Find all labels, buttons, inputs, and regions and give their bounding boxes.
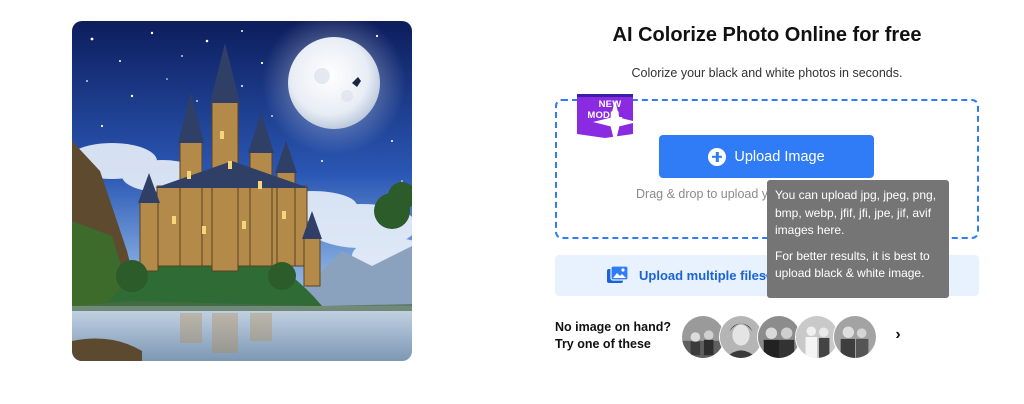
page-title: AI Colorize Photo Online for free [612, 24, 922, 46]
tooltip-advice-text: For better results, it is best to upload… [775, 248, 930, 281]
badge-line-new: NEW [598, 99, 622, 110]
sample-thumbnails [681, 315, 881, 359]
tooltip-formats-text: You can upload jpg, jpeg, png, bmp, webp… [775, 188, 937, 237]
supported-formats-tooltip: You can upload jpg, jpeg, png, bmp, webp… [767, 180, 949, 298]
upload-multiple-files-link[interactable]: Upload multiple files [639, 268, 766, 283]
new-model-badge: NEW MODEL [577, 94, 637, 144]
plus-circle-icon [708, 147, 727, 166]
upload-image-button[interactable]: Upload Image [659, 135, 874, 178]
sample-prompt-line1: No image on hand? [555, 320, 671, 334]
sample-photo-5-icon [834, 316, 876, 358]
sample-thumbnail-5[interactable] [833, 315, 877, 359]
sample-photo-4-icon [796, 316, 838, 358]
hero-sample-image [72, 21, 412, 361]
sample-prompt-line2: Try one of these [555, 337, 651, 351]
sample-photo-2-icon [720, 316, 762, 358]
next-samples-chevron-icon[interactable]: › [889, 326, 907, 346]
sample-photo-3-icon [758, 316, 800, 358]
sample-prompt: No image on hand? Try one of these [555, 319, 671, 353]
sample-photo-1-icon [682, 316, 724, 358]
badge-line-model: MODEL [587, 110, 623, 121]
page-subtitle: Colorize your black and white photos in … [631, 66, 903, 80]
upload-image-label: Upload Image [734, 148, 825, 165]
images-upload-icon [607, 265, 629, 283]
